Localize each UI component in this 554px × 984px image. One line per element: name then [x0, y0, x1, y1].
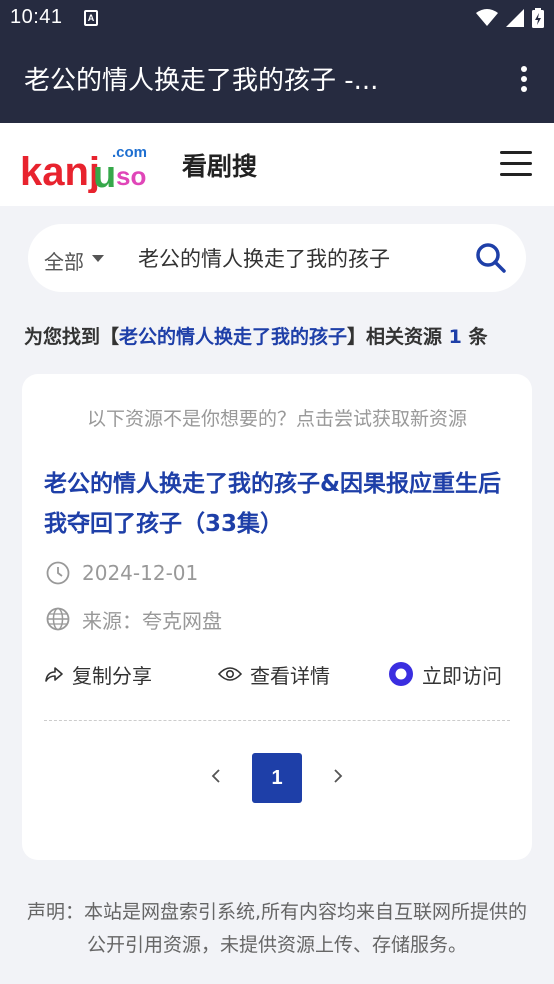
eye-icon	[218, 667, 242, 681]
wifi-icon	[476, 9, 498, 26]
result-date: 2024-12-01	[82, 561, 199, 585]
summary-keyword: 老公的情人换走了我的孩子	[119, 326, 348, 348]
search-input[interactable]	[138, 241, 458, 275]
clock-icon	[46, 561, 70, 585]
search-icon[interactable]	[474, 241, 508, 275]
results-summary: 为您找到【老公的情人换走了我的孩子】相关资源 1 条	[24, 322, 488, 349]
status-bar: 10:41 A	[0, 0, 554, 36]
share-arrow-icon	[45, 667, 63, 682]
status-icons	[476, 7, 544, 29]
logo-domain-text: .com	[112, 144, 147, 161]
view-details-label: 查看详情	[250, 663, 330, 688]
summary-count: 1	[448, 326, 462, 348]
source-row: 来源：夸克网盘	[46, 606, 222, 633]
copy-share-button[interactable]: 复制分享	[44, 658, 152, 690]
visit-now-label: 立即访问	[422, 663, 502, 688]
site-header: kanj u so .com 看剧搜	[0, 123, 554, 206]
card-divider	[44, 720, 510, 721]
summary-unit: 条	[468, 326, 488, 348]
kanjuso-logo[interactable]: kanj u so .com	[20, 143, 165, 193]
status-time: 10:41	[10, 6, 63, 28]
copy-share-label: 复制分享	[72, 663, 152, 688]
logo-main-text: kanj	[20, 150, 100, 193]
summary-prefix: 为您找到【	[24, 326, 120, 348]
page-current-button[interactable]: 1	[252, 753, 302, 803]
battery-icon	[532, 8, 544, 28]
date-row: 2024-12-01	[46, 560, 198, 586]
view-details-button[interactable]: 查看详情	[218, 658, 330, 690]
quark-drive-icon	[389, 662, 413, 686]
summary-suffix: 】相关资源	[347, 326, 443, 348]
search-category-select[interactable]: 全部	[44, 246, 84, 275]
notification-a-icon: A	[84, 10, 98, 26]
search-bar: 全部	[28, 224, 526, 292]
signal-icon	[506, 9, 524, 27]
disclaimer: 声明：本站是网盘索引系统,所有内容均来自互联网所提供的公开引用资源，未提供资源上…	[26, 901, 528, 956]
refresh-hint-link[interactable]: 以下资源不是你想要的？点击尝试获取新资源	[22, 404, 532, 431]
app-bar: 老公的情人换走了我的孩子 -...	[0, 36, 554, 123]
result-card: 以下资源不是你想要的？点击尝试获取新资源 老公的情人换走了我的孩子&因果报应重生…	[22, 374, 532, 860]
site-name: 看剧搜	[182, 152, 258, 181]
more-options-icon[interactable]	[518, 66, 530, 96]
next-page-icon[interactable]	[328, 766, 348, 786]
globe-icon	[46, 607, 70, 631]
prev-page-icon[interactable]	[206, 766, 226, 786]
app-title: 老公的情人换走了我的孩子 -...	[24, 66, 379, 96]
result-title[interactable]: 老公的情人换走了我的孩子&因果报应重生后我夺回了孩子（33集）	[44, 464, 514, 544]
caret-down-icon[interactable]	[92, 255, 104, 262]
result-source: 来源：夸克网盘	[82, 608, 222, 633]
visit-now-button[interactable]: 立即访问	[388, 658, 502, 690]
logo-tail-text: so	[116, 161, 146, 191]
hamburger-menu-icon[interactable]	[500, 151, 532, 177]
